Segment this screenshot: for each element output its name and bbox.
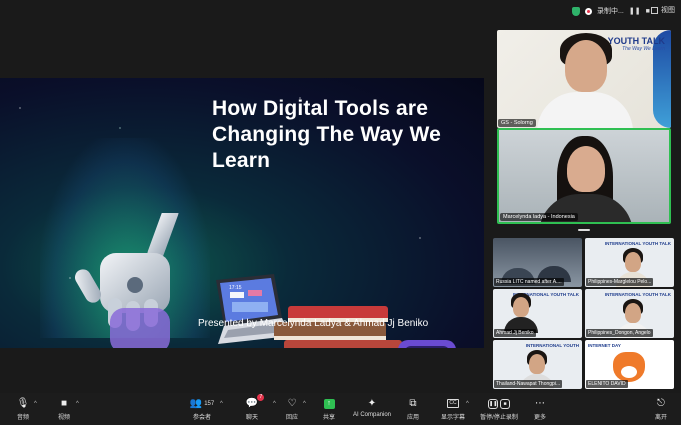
record-dot-icon bbox=[585, 7, 592, 15]
participant-name-tag: Thailand-Nawapat Thongpi... bbox=[494, 380, 563, 388]
participant-tile-russia[interactable]: Russia LITC named after A.... bbox=[493, 238, 582, 287]
participant-video-face bbox=[513, 297, 529, 317]
pause-icon[interactable]: ❚❚ bbox=[629, 7, 641, 15]
video-options-chevron-icon[interactable]: ^ bbox=[76, 401, 79, 407]
more-dots-icon: ⋯ bbox=[535, 398, 545, 409]
sparkle-icon: ✦ bbox=[367, 398, 377, 409]
participant-video-face bbox=[565, 40, 607, 92]
vr-headset-illustration bbox=[398, 340, 456, 348]
participant-name-tag: Philippines-Marglelou Pelo... bbox=[586, 278, 654, 286]
youth-talk-logo: INTERNATIONAL YOUTH TALK bbox=[604, 241, 671, 246]
more-button[interactable]: ⋯ 更多 bbox=[518, 397, 562, 421]
participants-options-chevron-icon[interactable]: ^ bbox=[220, 401, 223, 407]
slide-title: How Digital Tools are Changing The Way W… bbox=[212, 97, 441, 172]
apps-button[interactable]: ⧉ 应用 bbox=[391, 397, 435, 421]
pause-recording-icon[interactable]: ❚❚ bbox=[488, 398, 498, 409]
youth-talk-logo: INTERNATIONAL YOUTH bbox=[525, 343, 579, 348]
mic-muted-icon: 🎙 bbox=[16, 398, 30, 409]
apps-icon: ⧉ bbox=[409, 398, 417, 409]
youth-talk-logo: YOUTH TALK The Way We Learn bbox=[607, 36, 665, 52]
ai-companion-button[interactable]: ✦ AI Companion bbox=[349, 397, 395, 418]
participant-tile-nawapat[interactable]: INTERNATIONAL YOUTH Thailand-Nawapat Tho… bbox=[493, 340, 582, 389]
participant-video-face bbox=[625, 303, 641, 323]
participant-name-tag: Marcelynda ladya - Indonesia bbox=[500, 213, 578, 221]
leave-icon: ⎋ bbox=[657, 398, 665, 409]
share-screen-icon: ↑ bbox=[323, 398, 335, 409]
recording-indicator[interactable]: 录制中... ❚❚ ■ bbox=[572, 4, 650, 18]
participant-tile-marglelou[interactable]: INTERNATIONAL YOUTH TALK Philippines-Mar… bbox=[585, 238, 674, 287]
top-bar: 录制中... ❚❚ ■ 视图 bbox=[0, 0, 681, 22]
shared-screen[interactable]: 17:15 How Digital Tools are Changing The… bbox=[0, 78, 484, 348]
participant-tile-marcelynda[interactable]: Marcelynda ladya - Indonesia bbox=[497, 128, 671, 224]
robot-hand-illustration bbox=[75, 213, 179, 348]
participant-tile-angelo[interactable]: INTERNATIONAL YOUTH TALK Philippines_Don… bbox=[585, 289, 674, 338]
heart-icon: ♡ bbox=[287, 398, 297, 409]
audio-button[interactable]: 🎙 音频 bbox=[1, 397, 45, 421]
youth-talk-logo: INTERNATIONAL YOUTH TALK bbox=[604, 292, 671, 297]
audio-options-chevron-icon[interactable]: ^ bbox=[34, 401, 37, 407]
participant-name-tag: Ahmad Jj Beniko bbox=[494, 329, 536, 337]
security-shield-icon bbox=[572, 6, 580, 16]
participant-video-face bbox=[529, 354, 545, 374]
video-off-icon: ■ bbox=[60, 398, 68, 409]
leave-button[interactable]: ⎋ 离开 bbox=[639, 397, 681, 421]
laptop-clock: 17:15 bbox=[229, 285, 242, 291]
view-label: 视图 bbox=[661, 7, 675, 14]
participant-tile-elenito[interactable]: INTERNET DAY ELENITO DAVID bbox=[585, 340, 674, 389]
captions-options-chevron-icon[interactable]: ^ bbox=[466, 401, 469, 407]
recording-control-button[interactable]: ❚❚ ■ 暂停/停止录制 bbox=[474, 397, 524, 421]
participant-name-tag: Philippines_Dongon, Angelo bbox=[586, 329, 653, 337]
stop-recording-icon[interactable]: ■ bbox=[500, 398, 510, 409]
chat-button[interactable]: 💬 7 聊天 bbox=[230, 394, 274, 421]
grid-icon bbox=[651, 6, 658, 14]
participant-video-face bbox=[625, 252, 641, 272]
participant-tile-solorng[interactable]: YOUTH TALK The Way We Learn GS - Solorng bbox=[497, 30, 671, 128]
participants-button[interactable]: 👥 157 参会者 bbox=[180, 397, 224, 421]
participant-name-tag: GS - Solorng bbox=[498, 119, 536, 127]
participant-name-tag: ELENITO DAVID bbox=[586, 380, 628, 388]
chat-unread-badge: 7 bbox=[257, 394, 265, 401]
video-button[interactable]: ■ 视频 bbox=[42, 397, 86, 421]
participant-name-tag: Russia LITC named after A.... bbox=[494, 278, 564, 286]
share-button[interactable]: ↑ 共享 bbox=[307, 397, 351, 421]
participant-tile-ahmad[interactable]: INTERNATIONAL YOUTH TALK Ahmad Jj Beniko bbox=[493, 289, 582, 338]
recording-label: 录制中... bbox=[597, 8, 624, 15]
meeting-toolbar: 🎙 音频 ^ ■ 视频 ^ 👥 157 参会者 ^ 💬 7 聊天 ^ ♡ 回应 ^ … bbox=[0, 393, 681, 425]
participant-video-body bbox=[537, 92, 633, 128]
slide-presenter-credit: Presented by Marcelynda Ladya & Ahmad Jj… bbox=[198, 318, 429, 329]
participant-video-face bbox=[567, 146, 605, 192]
captions-icon: CC bbox=[447, 399, 459, 408]
reactions-options-chevron-icon[interactable]: ^ bbox=[303, 401, 306, 407]
chat-icon: 💬 bbox=[245, 398, 259, 409]
participants-count: 157 bbox=[204, 400, 215, 407]
stop-icon[interactable]: ■ bbox=[646, 8, 650, 15]
participants-icon: 👥 bbox=[189, 398, 203, 409]
internet-day-logo: INTERNET DAY bbox=[588, 343, 621, 348]
view-button[interactable]: 视图 bbox=[651, 5, 675, 15]
gallery-page-indicator[interactable] bbox=[578, 229, 590, 231]
fox-avatar bbox=[613, 352, 645, 382]
